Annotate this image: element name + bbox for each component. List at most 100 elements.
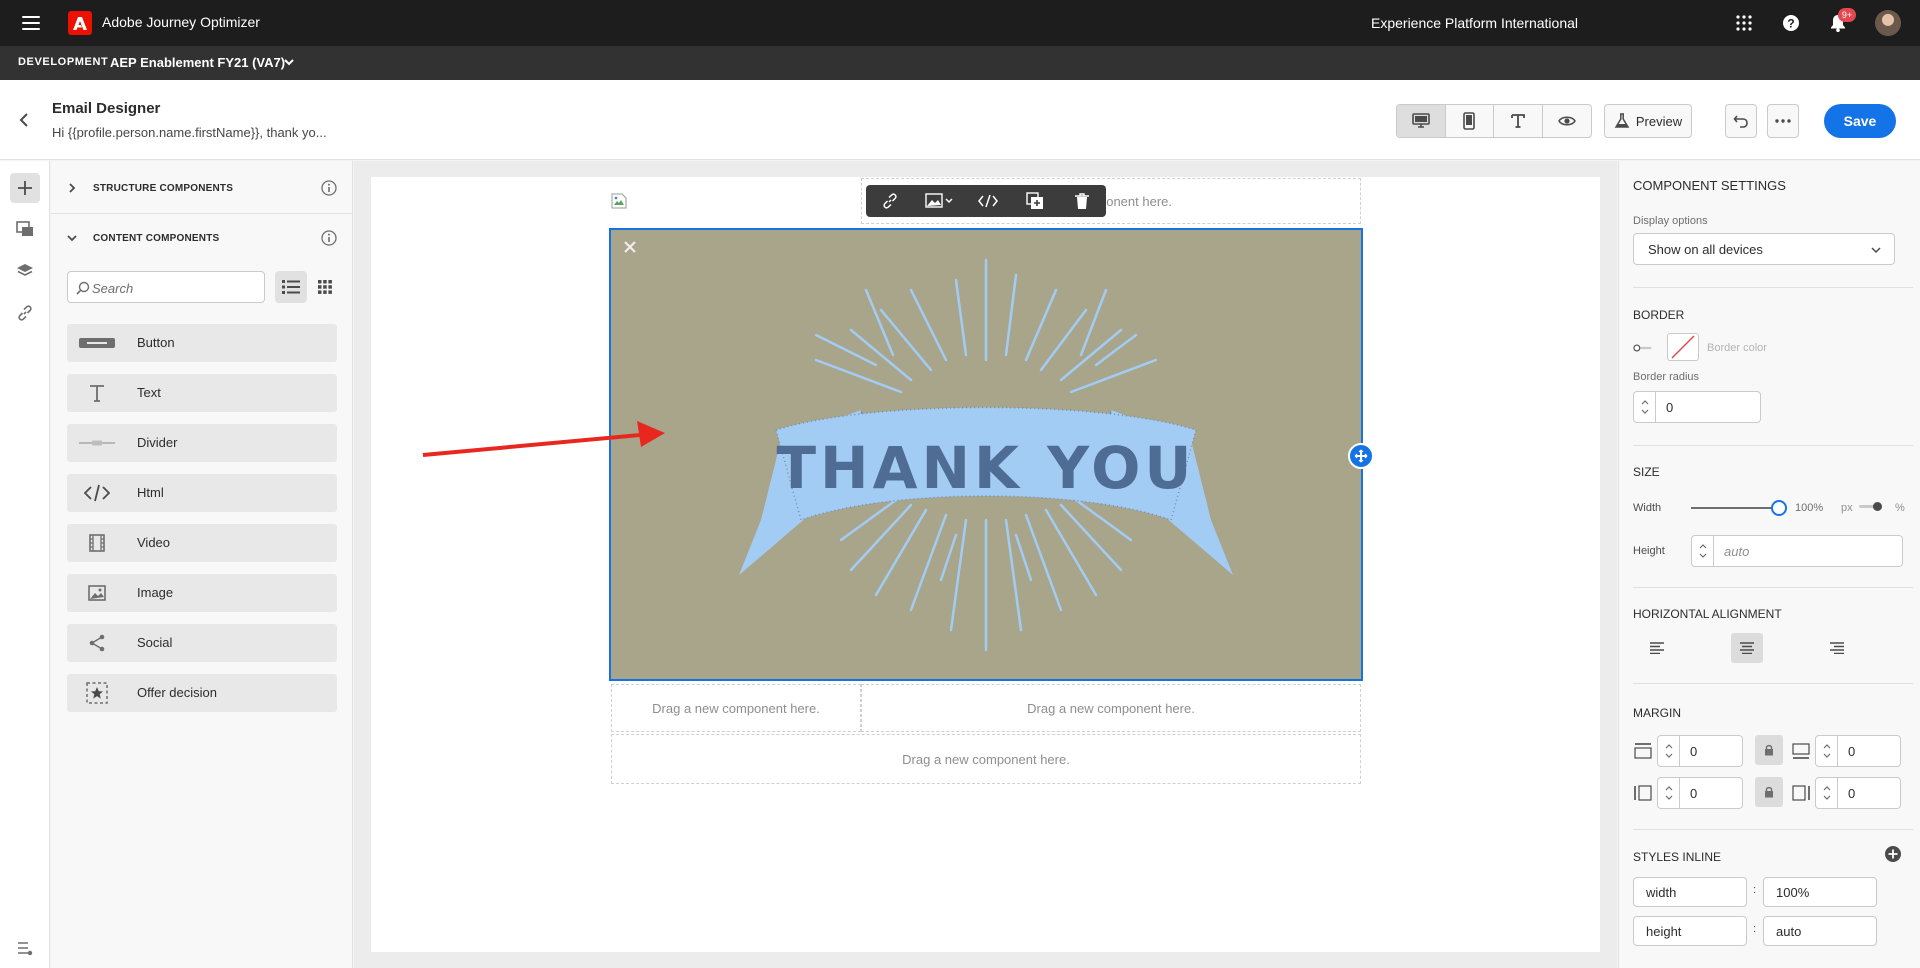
lock-icon[interactable] [1755, 735, 1783, 765]
stepper-arrows[interactable] [1658, 736, 1680, 766]
text-view-icon[interactable] [1494, 105, 1543, 137]
add-style-icon[interactable] [1883, 844, 1903, 864]
drop-zone[interactable]: Drag a new component here. [611, 734, 1361, 784]
selected-image-block[interactable]: THANK YOU [609, 228, 1363, 681]
margin-top-icon [1633, 741, 1653, 761]
info-icon[interactable] [321, 180, 337, 196]
component-label: Social [137, 635, 173, 650]
width-value: 100% [1795, 502, 1824, 514]
environment-label: DEVELOPMENT [18, 56, 109, 68]
component-social[interactable]: Social [67, 624, 337, 662]
stepper-arrows[interactable] [1816, 778, 1838, 808]
component-video[interactable]: Video [67, 524, 337, 562]
component-offer-decision[interactable]: Offer decision [67, 674, 337, 712]
search-icon [76, 281, 90, 295]
flask-icon [1614, 113, 1630, 128]
share-icon [79, 631, 115, 655]
menu-icon[interactable] [20, 14, 42, 32]
margin-bottom-stepper[interactable]: 0 [1815, 735, 1901, 767]
add-column-button[interactable] [1348, 443, 1374, 469]
settings-layers-icon[interactable] [10, 933, 40, 963]
video-icon [79, 531, 115, 555]
chevron-down-icon[interactable] [282, 55, 296, 69]
drop-zone[interactable]: Drag a new component here. [861, 684, 1361, 732]
margin-left-stepper[interactable]: 0 [1657, 777, 1743, 809]
border-color-label: Border color [1707, 342, 1767, 354]
component-html[interactable]: Html [67, 474, 337, 512]
apps-grid-icon[interactable] [1734, 13, 1754, 33]
style-key-field[interactable]: width [1633, 877, 1747, 907]
undo-icon [1733, 115, 1748, 128]
unit-px-label: px [1841, 502, 1853, 514]
align-right-icon[interactable] [1821, 633, 1853, 663]
component-button[interactable]: Button [67, 324, 337, 362]
structure-components-section[interactable]: STRUCTURE COMPONENTS [51, 164, 353, 212]
fragments-icon[interactable] [10, 214, 40, 244]
save-button[interactable]: Save [1824, 104, 1896, 138]
stepper-arrows[interactable] [1658, 778, 1680, 808]
lock-icon[interactable] [1755, 777, 1783, 807]
component-image[interactable]: Image [67, 574, 337, 612]
stepper-arrows[interactable] [1816, 736, 1838, 766]
preview-button[interactable]: Preview [1604, 104, 1692, 138]
back-arrow-icon[interactable] [14, 110, 34, 130]
stepper-arrows[interactable] [1634, 392, 1656, 422]
drop-zone[interactable]: Drag a new component here. [611, 684, 861, 732]
border-color-swatch[interactable] [1667, 333, 1699, 361]
content-components-label: CONTENT COMPONENTS [93, 233, 220, 244]
user-avatar[interactable] [1875, 10, 1901, 36]
image-options-icon[interactable] [913, 185, 964, 217]
width-slider-track[interactable] [1691, 500, 1787, 516]
border-toggle[interactable] [1633, 338, 1653, 358]
mobile-view-icon[interactable] [1446, 105, 1494, 137]
content-components-section[interactable]: CONTENT COMPONENTS [51, 214, 353, 262]
info-icon[interactable] [321, 230, 337, 246]
border-label: BORDER [1633, 308, 1685, 322]
style-value-field[interactable]: 100% [1763, 877, 1877, 907]
more-icon [1775, 119, 1791, 123]
height-value: auto [1724, 544, 1750, 559]
list-view-icon[interactable] [275, 271, 307, 303]
help-icon[interactable]: ? [1781, 13, 1801, 33]
margin-right-stepper[interactable]: 0 [1815, 777, 1901, 809]
border-radius-stepper[interactable]: 0 [1633, 391, 1761, 423]
more-actions-button[interactable] [1767, 104, 1799, 138]
add-component-icon[interactable] [10, 173, 40, 203]
sandbox-switcher[interactable]: AEP Enablement FY21 (VA7) [110, 55, 285, 70]
code-icon[interactable] [964, 185, 1011, 217]
link-icon[interactable] [866, 185, 913, 217]
section-divider [1633, 829, 1913, 830]
link-icon[interactable] [10, 298, 40, 328]
eye-preview-icon[interactable] [1543, 105, 1592, 137]
desktop-view-icon[interactable] [1397, 105, 1446, 137]
height-stepper[interactable]: auto [1691, 535, 1903, 567]
search-input[interactable] [92, 278, 260, 298]
width-slider-thumb[interactable] [1771, 500, 1787, 516]
stepper-arrows[interactable] [1692, 536, 1714, 566]
broken-image-icon[interactable] [611, 193, 627, 209]
display-options-select[interactable]: Show on all devices [1633, 233, 1895, 265]
component-search[interactable] [67, 271, 265, 303]
component-text[interactable]: Text [67, 374, 337, 412]
style-value-field[interactable]: auto [1763, 916, 1877, 946]
margin-top-stepper[interactable]: 0 [1657, 735, 1743, 767]
adobe-logo-icon[interactable] [68, 11, 92, 35]
unit-toggle[interactable] [1857, 500, 1883, 514]
image-toolbar [866, 185, 1106, 217]
layers-icon[interactable] [10, 256, 40, 286]
drop-zone-text: Drag a new component here. [652, 700, 820, 716]
duplicate-icon[interactable] [1012, 185, 1059, 217]
border-radius-label: Border radius [1633, 371, 1700, 383]
align-left-icon[interactable] [1641, 633, 1673, 663]
delete-icon[interactable] [1059, 185, 1106, 217]
org-switcher[interactable]: Experience Platform International [1371, 15, 1578, 31]
align-center-icon[interactable] [1731, 633, 1763, 663]
text-icon [79, 381, 115, 405]
component-settings-panel: COMPONENT SETTINGS Display options Show … [1618, 161, 1920, 968]
image-icon [79, 581, 115, 605]
component-divider[interactable]: Divider [67, 424, 337, 462]
undo-button[interactable] [1725, 104, 1757, 138]
grid-view-icon[interactable] [309, 271, 341, 303]
style-key-field[interactable]: height [1633, 916, 1747, 946]
display-options-label: Display options [1633, 215, 1708, 227]
